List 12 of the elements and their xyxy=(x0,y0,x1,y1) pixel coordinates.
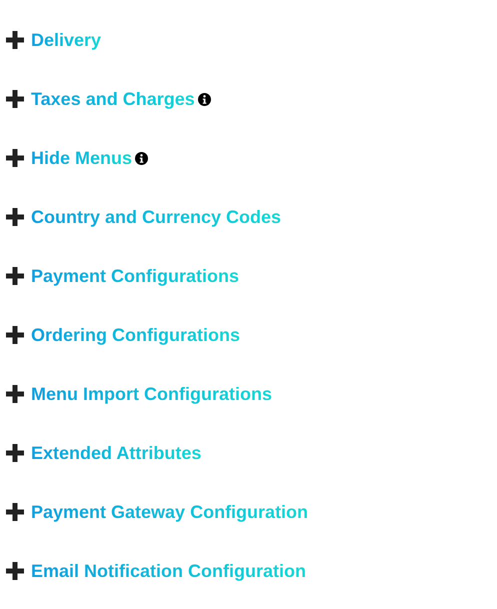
plus-icon[interactable] xyxy=(6,149,24,167)
plus-icon[interactable] xyxy=(6,503,24,521)
plus-icon[interactable] xyxy=(6,267,24,285)
plus-icon[interactable] xyxy=(6,444,24,462)
plus-icon[interactable] xyxy=(6,562,24,580)
plus-icon[interactable] xyxy=(6,326,24,344)
plus-icon[interactable] xyxy=(6,385,24,403)
plus-icon[interactable] xyxy=(6,31,24,49)
info-icon[interactable] xyxy=(198,92,211,106)
info-icon[interactable] xyxy=(135,152,148,164)
plus-icon[interactable] xyxy=(6,90,24,108)
plus-icon[interactable] xyxy=(6,208,24,226)
